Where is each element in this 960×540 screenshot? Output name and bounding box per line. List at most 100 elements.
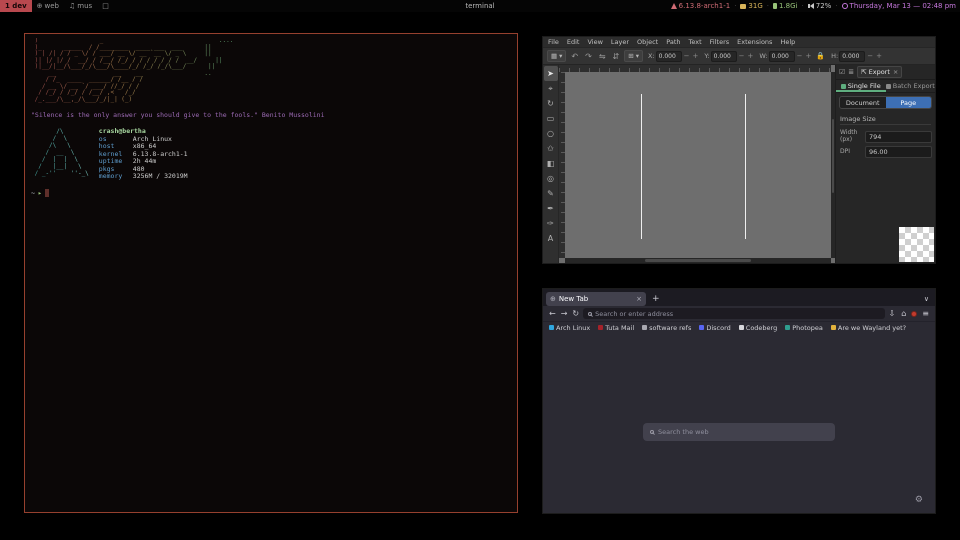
downloads-icon[interactable]: ⇩ xyxy=(888,309,897,318)
shape-builder-tool-icon[interactable]: ↻ xyxy=(544,96,558,111)
export-scope-toggle: Document Page xyxy=(839,96,932,109)
workspace-tag-empty[interactable]: □ xyxy=(97,0,114,12)
chevron-down-icon: ▾ xyxy=(636,52,639,60)
firefox-window[interactable]: ⊕ New Tab × + ∨ ← → ↻ ⇩ ⌂ ≡ Arch Linux xyxy=(542,288,936,514)
workspace-tag-dev[interactable]: 1 dev xyxy=(0,0,32,12)
x-input[interactable]: 0.000 xyxy=(656,51,682,62)
workspace-tag-mus[interactable]: ♫ mus xyxy=(64,0,97,12)
pen-tool-icon[interactable]: ✒ xyxy=(544,201,558,216)
clock-icon xyxy=(842,3,848,9)
x-decrement-button[interactable]: − xyxy=(683,52,691,60)
layers-dialog-icon[interactable]: ≣ xyxy=(848,68,854,76)
bookmark-discord[interactable]: Discord xyxy=(699,324,730,332)
selection-mode-dropdown[interactable]: ▦▾ xyxy=(547,50,566,62)
list-all-tabs-icon[interactable]: ∨ xyxy=(924,295,932,303)
shell-prompt[interactable]: ~ ▸ xyxy=(31,189,511,197)
bookmark-tuta-mail[interactable]: Tuta Mail xyxy=(598,324,634,332)
terminal-content: ) _ .... )_ _____ / /________ ____ ___ _… xyxy=(25,34,517,201)
selector-tool-icon[interactable]: ➤ xyxy=(544,66,558,81)
url-bar[interactable] xyxy=(583,308,884,319)
width-input[interactable]: 0.000 xyxy=(769,51,795,62)
close-tab-icon[interactable]: × xyxy=(636,295,642,303)
storage-module: 31G xyxy=(740,2,762,10)
objects-dialog-icon[interactable]: ☑ xyxy=(839,68,845,76)
terminal-window[interactable]: ) _ .... )_ _____ / /________ ____ ___ _… xyxy=(24,33,518,513)
y-input[interactable]: 0.000 xyxy=(711,51,737,62)
height-decrement-button[interactable]: − xyxy=(866,52,874,60)
fetch-output: /\ / \ /\ \ / __ \ / | | \ / |__| \ / _-… xyxy=(31,128,511,181)
forward-button[interactable]: → xyxy=(560,309,569,318)
status-modules: 6.13.8-arch1-1 · 31G · 1.8Gi · 72% · Thu… xyxy=(671,2,960,10)
rotate-cw-icon[interactable]: ↷ xyxy=(583,52,594,61)
new-tab-button[interactable]: + xyxy=(649,294,663,304)
workspace-tag-web[interactable]: ⊕ web xyxy=(32,0,64,12)
inkscape-window[interactable]: File Edit View Layer Object Path Text Fi… xyxy=(542,36,936,264)
web-search-input[interactable] xyxy=(658,428,828,436)
personalize-gear-icon[interactable]: ⚙ xyxy=(915,495,923,505)
tool-controls-bar: ▦▾ ↶ ↷ ⇋ ⇵ ⊞▾ X: 0.000 − + Y: 0.000 − + … xyxy=(543,47,935,65)
export-tab[interactable]: ⇱ Export × xyxy=(857,66,902,78)
page-button[interactable]: Page xyxy=(886,97,932,108)
menu-path[interactable]: Path xyxy=(666,38,680,46)
menu-hamburger-icon[interactable]: ≡ xyxy=(921,309,930,318)
horizontal-scrollbar[interactable] xyxy=(565,258,831,263)
spiral-tool-icon[interactable]: ◎ xyxy=(544,171,558,186)
rotate-ccw-icon[interactable]: ↶ xyxy=(569,52,580,61)
single-file-tab[interactable]: Single File xyxy=(836,80,886,92)
width-decrement-button[interactable]: − xyxy=(796,52,804,60)
align-dropdown[interactable]: ⊞▾ xyxy=(624,50,643,62)
rectangle-tool-icon[interactable]: ▭ xyxy=(544,111,558,126)
menu-object[interactable]: Object xyxy=(637,38,658,46)
canvas[interactable] xyxy=(559,65,835,263)
reload-button[interactable]: ↻ xyxy=(571,309,580,318)
height-input[interactable]: 0.000 xyxy=(839,51,865,62)
width-group: W: 0.000 − + xyxy=(759,51,812,62)
height-increment-button[interactable]: + xyxy=(875,52,883,60)
text-tool-icon[interactable]: A xyxy=(544,231,558,246)
workspace-tags: 1 dev ⊕ web ♫ mus □ xyxy=(0,0,114,12)
extension-icon[interactable] xyxy=(911,311,917,317)
node-tool-icon[interactable]: ⌖ xyxy=(544,81,558,96)
photopea-favicon xyxy=(785,325,790,330)
url-input[interactable] xyxy=(595,310,879,318)
menu-file[interactable]: File xyxy=(548,38,559,46)
menu-text[interactable]: Text xyxy=(689,38,702,46)
menu-layer[interactable]: Layer xyxy=(611,38,629,46)
menu-filters[interactable]: Filters xyxy=(710,38,729,46)
export-dpi-input[interactable]: 96.00 xyxy=(865,146,932,158)
y-decrement-button[interactable]: − xyxy=(738,52,746,60)
arch-icon xyxy=(671,3,677,9)
export-width-input[interactable]: 794 xyxy=(865,131,932,143)
close-icon[interactable]: × xyxy=(893,68,898,76)
bookmark-arch-linux[interactable]: Arch Linux xyxy=(549,324,590,332)
separator: · xyxy=(734,2,736,10)
home-icon[interactable]: ⌂ xyxy=(900,309,907,318)
active-tab[interactable]: ⊕ New Tab × xyxy=(546,292,646,306)
bookmark-photopea[interactable]: Photopea xyxy=(785,324,823,332)
flip-horizontal-icon[interactable]: ⇋ xyxy=(597,52,608,61)
pencil-tool-icon[interactable]: ✎ xyxy=(544,186,558,201)
menu-view[interactable]: View xyxy=(587,38,602,46)
bookmark-are-we-wayland-yet[interactable]: Are we Wayland yet? xyxy=(831,324,906,332)
box3d-tool-icon[interactable]: ◧ xyxy=(544,156,558,171)
x-increment-button[interactable]: + xyxy=(691,52,699,60)
calligraphy-tool-icon[interactable]: ✑ xyxy=(544,216,558,231)
width-increment-button[interactable]: + xyxy=(805,52,813,60)
ellipse-tool-icon[interactable]: ○ xyxy=(544,126,558,141)
batch-export-tab[interactable]: Batch Export xyxy=(886,80,936,92)
web-search-box[interactable] xyxy=(643,423,835,441)
volume-module: 72% xyxy=(808,2,832,10)
document-button[interactable]: Document xyxy=(840,97,886,108)
search-icon xyxy=(588,312,592,316)
codeberg-favicon xyxy=(739,325,744,330)
menu-help[interactable]: Help xyxy=(780,38,795,46)
lock-ratio-icon[interactable]: 🔒 xyxy=(816,52,825,60)
back-button[interactable]: ← xyxy=(548,309,557,318)
flip-vertical-icon[interactable]: ⇵ xyxy=(611,52,622,61)
menu-extensions[interactable]: Extensions xyxy=(737,38,772,46)
menu-edit[interactable]: Edit xyxy=(567,38,580,46)
star-tool-icon[interactable]: ✩ xyxy=(544,141,558,156)
bookmark-software-refs-folder[interactable]: software refs xyxy=(642,324,691,332)
bookmark-codeberg[interactable]: Codeberg xyxy=(739,324,777,332)
y-increment-button[interactable]: + xyxy=(747,52,755,60)
